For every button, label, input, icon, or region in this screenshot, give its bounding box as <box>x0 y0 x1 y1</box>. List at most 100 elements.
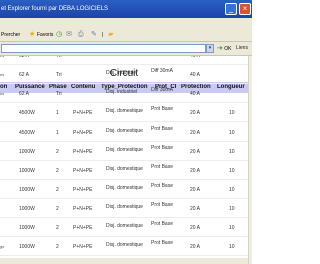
page-content: Circuit on Puissance Phase Contenu Type_… <box>0 56 248 264</box>
cell-contenu: P+N+PE <box>73 110 93 116</box>
cell-phase: 1 <box>56 110 59 116</box>
cell-longueur: 10 <box>229 110 235 116</box>
row-divider <box>0 64 248 65</box>
cell-prot-cl: Prot Base <box>151 183 173 189</box>
favorites-button[interactable]: Favoris <box>37 29 53 41</box>
cell-contenu: P+N+PE <box>73 225 93 231</box>
edit-icon[interactable]: ✎ <box>91 29 97 41</box>
cell-protection: 20 A <box>190 187 201 193</box>
table-row: 1000W 2 P+N+PE Disj. domestique Prot Base 20 … <box>0 200 248 216</box>
cell-puissance: 1000W <box>19 168 35 174</box>
window-title: et Explorer fourni par DEBA LOGICIELS <box>1 6 109 12</box>
cell-longueur: 10 <box>229 168 235 174</box>
links-button[interactable]: Liens <box>236 44 248 53</box>
row-divider <box>0 121 248 122</box>
row-divider <box>0 160 248 161</box>
toolbar-separator: | <box>102 32 104 38</box>
cell-prot-cl: Prot Base <box>151 221 173 227</box>
cell-protection: 40 A <box>190 72 201 78</box>
table-row: 1000W 2 P+N+PE Disj. domestique Prot Base 20 … <box>0 181 248 197</box>
row-divider <box>0 141 248 142</box>
close-button[interactable]: × <box>239 3 251 15</box>
cell-edge: es <box>0 91 5 96</box>
cell-puissance: 1000W <box>19 225 35 231</box>
cell-type-protection: Disj. domestique <box>106 128 143 134</box>
history-icon[interactable]: ◷ <box>56 29 62 41</box>
cell-phase: 2 <box>56 168 59 174</box>
cell-puissance: 1000W <box>19 187 35 193</box>
minimize-button[interactable]: _ <box>225 3 237 15</box>
cell-puissance: 1000W <box>19 149 35 155</box>
cell-phase: 2 <box>56 225 59 231</box>
cell-protection: 20 A <box>190 206 201 212</box>
row-divider <box>0 236 248 237</box>
cell-prot-cl: Diff 30mA <box>151 68 173 74</box>
cell-puissance: 1000W <box>19 206 35 212</box>
row-divider <box>0 198 248 199</box>
cell-type-protection: Disj. domestique <box>106 166 143 172</box>
mail-icon[interactable]: ✉ <box>66 29 72 41</box>
cell-type-protection: Disj. domestique <box>106 242 143 248</box>
table-row: es62 ATriDisj. industrielDiff 30mA40 A <box>0 66 248 82</box>
cell-protection: 20 A <box>190 168 201 174</box>
cell-prot-cl: Prot Base <box>151 126 173 132</box>
cell-edge: es <box>0 56 4 59</box>
cell-edge: ge <box>0 244 5 249</box>
cell-protection: 20 A <box>190 130 201 136</box>
print-icon[interactable]: ⎙ <box>78 29 84 41</box>
cell-contenu: P+N+PE <box>73 168 93 174</box>
cell-protection: 20 A <box>190 110 201 116</box>
cell-contenu: P+N+PE <box>73 206 93 212</box>
cell-phase: 2 <box>56 187 59 193</box>
cell-longueur: 10 <box>229 206 235 212</box>
table-row: 4500W 1 P+N+PE Disj. domestique Prot Base 20 … <box>0 104 248 120</box>
cell-puissance: 4500W <box>19 130 35 136</box>
cell-type-protection: Disj. domestique <box>106 185 143 191</box>
cell-prot-cl: Prot Base <box>151 202 173 208</box>
table-row: 1000W 2 P+N+PE Disj. domestique Prot Base 20 … <box>0 219 248 235</box>
address-bar: ▾ ➔ OK Liens <box>0 42 252 56</box>
cell-edge: es <box>0 72 5 77</box>
search-button[interactable]: Prercher <box>1 29 20 41</box>
row-divider <box>0 179 248 180</box>
cell-type-protection: Disj. domestique <box>106 147 143 153</box>
cell-protection: 20 A <box>190 149 201 155</box>
cell-type-protection: Disj. domestique <box>106 108 143 114</box>
cell-protection: 40 A <box>190 56 201 59</box>
cell-contenu: P+N+PE <box>73 244 93 250</box>
cell-puissance: 1000W <box>19 244 35 250</box>
cell-prot-cl: Prot Base <box>151 106 173 112</box>
table-row: es62 ATriDisj. industrielDiff 30mA40 A <box>0 56 248 63</box>
table-row: 1000W 2 P+N+PE Disj. domestique Prot Base 20 … <box>0 162 248 178</box>
cell-longueur: 10 <box>229 187 235 193</box>
cell-puissance: 4500W <box>19 110 35 116</box>
row-divider <box>0 217 248 218</box>
cell-contenu: P+N+PE <box>73 187 93 193</box>
cell-contenu: P+N+PE <box>73 130 93 136</box>
favorites-star-icon[interactable]: ★ <box>29 29 35 41</box>
cell-phase: 2 <box>56 244 59 250</box>
cell-protection: 20 A <box>190 244 201 250</box>
address-input[interactable] <box>1 44 206 53</box>
table-row: 4500W 1 P+N+PE Disj. domestique Prot Base 20 … <box>0 124 248 140</box>
cell-protection: 40 A <box>190 91 201 97</box>
cell-type-protection: Disj. industriel <box>106 70 138 76</box>
vertical-scrollbar[interactable] <box>248 56 252 264</box>
row-divider <box>0 255 248 256</box>
cell-type-protection: Disj. domestique <box>106 223 143 229</box>
table-row: es62 ATriDisj. industrielDiff 30mA40 A <box>0 85 248 101</box>
cell-longueur: 10 <box>229 225 235 231</box>
cell-longueur: 10 <box>229 130 235 136</box>
cell-prot-cl: Prot Base <box>151 145 173 151</box>
table-row: 1000W 2 P+N+PE Disj. domestique Prot Base 20 … <box>0 143 248 159</box>
address-dropdown-button[interactable]: ▾ <box>206 44 214 53</box>
go-button[interactable]: ➔ OK <box>217 44 232 53</box>
cell-longueur: 10 <box>229 149 235 155</box>
cell-contenu: P+N+PE <box>73 149 93 155</box>
cell-phase: Tri <box>56 91 62 97</box>
row-divider <box>0 102 248 103</box>
cell-phase: 2 <box>56 149 59 155</box>
status-bar <box>0 258 248 264</box>
cell-prot-cl: Diff 30mA <box>151 87 173 93</box>
folder-icon[interactable]: ▰ <box>108 29 113 41</box>
